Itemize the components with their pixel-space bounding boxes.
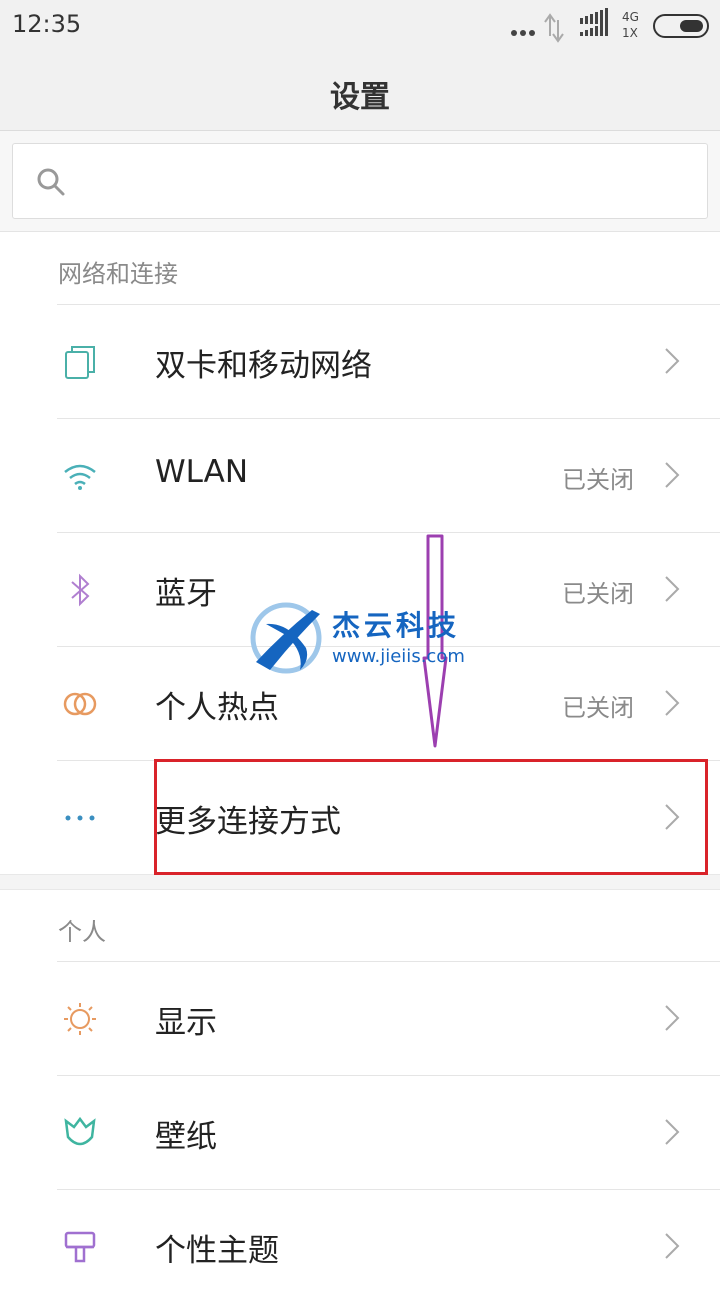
signal-icons: [511, 8, 709, 43]
wifi-icon: [64, 464, 96, 490]
chevron-right-icon: [665, 1005, 680, 1031]
search-area: [0, 131, 720, 232]
section-divider: [0, 874, 720, 890]
settings-item-label: 显示: [155, 1005, 217, 1041]
settings-item-label: 蓝牙: [155, 576, 217, 612]
settings-item-status: 已关闭: [562, 580, 634, 608]
chevron-right-icon: [665, 348, 680, 374]
section-header-network: 网络和连接: [58, 260, 178, 288]
settings-item-label: 个人热点: [155, 690, 279, 726]
settings-item-label: 双卡和移动网络: [155, 348, 372, 384]
bluetooth-icon: [71, 573, 90, 607]
settings-item-label: 个性主题: [155, 1233, 279, 1269]
chevron-right-icon: [665, 1119, 680, 1145]
chevron-right-icon: [665, 576, 680, 602]
status-bar: 12:35 4G 1X: [0, 0, 720, 54]
section-header-personal: 个人: [58, 918, 106, 946]
more-icon: [65, 815, 95, 821]
network-type-top: 4G: [622, 10, 639, 24]
settings-item-status: 已关闭: [562, 694, 634, 722]
network-type-bottom: 1X: [622, 26, 638, 40]
settings-item-label: WLAN: [155, 454, 249, 490]
search-icon: [37, 168, 65, 196]
jieyun-logo-icon: [250, 602, 322, 674]
status-icons: 4G 1X: [500, 0, 720, 54]
chevron-right-icon: [665, 1233, 680, 1259]
hotspot-icon: [63, 692, 97, 716]
brightness-icon: [64, 1003, 96, 1035]
settings-item-display[interactable]: 显示: [0, 961, 720, 1075]
chevron-right-icon: [665, 462, 680, 488]
watermark-logo: 杰云科技 www.jieiis.com: [248, 600, 488, 680]
settings-item-wallpaper[interactable]: 壁纸: [0, 1075, 720, 1189]
settings-item-status: 已关闭: [562, 466, 634, 494]
status-time: 12:35: [12, 10, 82, 38]
watermark-title: 杰云科技: [332, 609, 461, 642]
settings-item-label: 壁纸: [155, 1119, 217, 1155]
page-title: 设置: [330, 80, 390, 115]
title-bar: 设置: [0, 54, 720, 131]
settings-item-sim-network[interactable]: 双卡和移动网络: [0, 304, 720, 418]
sim-cards-icon: [65, 346, 95, 379]
settings-item-theme[interactable]: 个性主题: [0, 1189, 720, 1303]
theme-icon: [64, 1231, 96, 1263]
wallpaper-icon: [64, 1116, 96, 1146]
settings-item-wlan[interactable]: WLAN 已关闭: [0, 418, 720, 532]
search-input[interactable]: [12, 143, 708, 219]
chevron-right-icon: [665, 690, 680, 716]
highlight-box: [154, 759, 708, 875]
watermark-url: www.jieiis.com: [332, 646, 465, 667]
